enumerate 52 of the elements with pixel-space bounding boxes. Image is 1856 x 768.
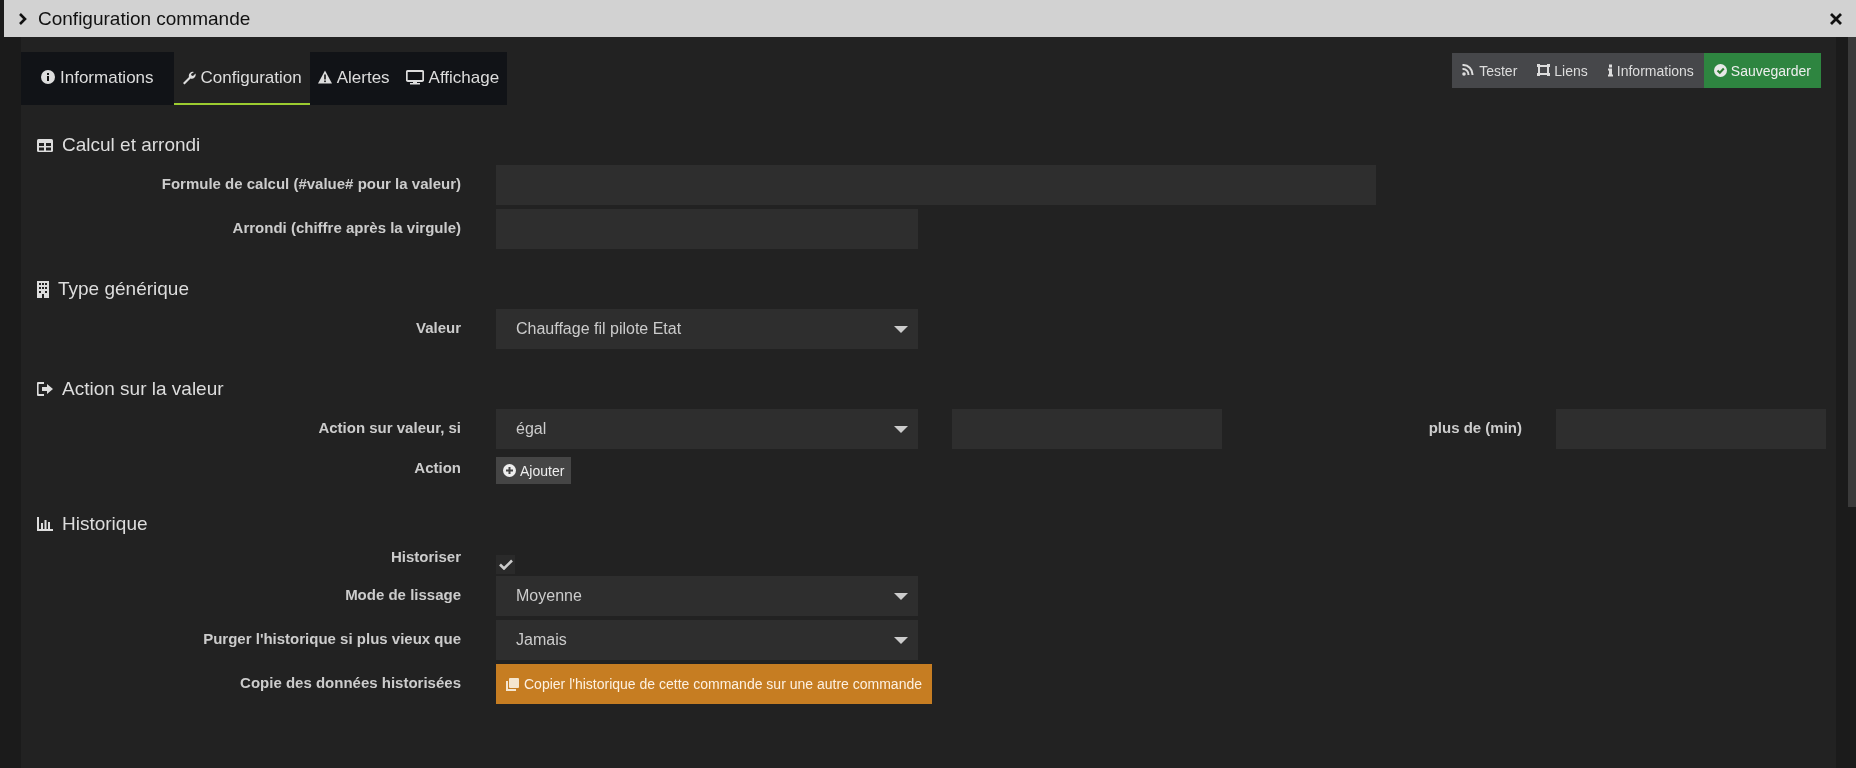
tab[interactable]: Configuration (173, 52, 310, 105)
dropdown[interactable]: Chauffage fil pilote Etat (496, 309, 918, 349)
wrench-icon (181, 70, 196, 85)
section-title: Type générique (58, 278, 189, 300)
tab[interactable]: Informations (21, 52, 174, 105)
building-icon (37, 280, 49, 298)
window-title: Configuration commande (38, 7, 251, 30)
dropdown[interactable]: Moyenne (496, 576, 918, 616)
field-label: Mode de lissage (344, 585, 461, 605)
monitor-icon (405, 70, 424, 85)
caret-icon (894, 592, 908, 600)
warning-icon (317, 70, 332, 85)
field-label: Copie des données historisées (239, 673, 461, 693)
tab[interactable]: Alertes (309, 52, 398, 105)
close-button[interactable] (1828, 10, 1844, 27)
bar-chart-icon (37, 517, 53, 531)
checkbox[interactable] (496, 555, 515, 574)
caret-icon (894, 325, 908, 333)
caret-icon (894, 636, 908, 644)
field-label: Action (413, 458, 461, 478)
sign-out-icon (37, 382, 53, 396)
check-circle-icon (1713, 64, 1727, 77)
save-button[interactable]: Sauvegarder (1703, 53, 1821, 88)
plus-circle-icon (503, 464, 516, 477)
add-button[interactable]: Ajouter (496, 457, 572, 484)
rss-icon (1462, 64, 1476, 77)
chevron-icon (18, 12, 28, 25)
caret-icon (894, 425, 908, 433)
info-icon (41, 70, 55, 85)
checkmark-icon (498, 559, 513, 570)
copy-icon (506, 677, 519, 691)
field-label: Purger l'historique si plus vieux que (202, 629, 461, 649)
close-icon (1830, 12, 1842, 25)
field-label: Arrondi (chiffre après la virgule) (231, 218, 461, 238)
frame-icon (1537, 64, 1551, 77)
scrollbar[interactable] (1848, 37, 1856, 507)
section-title: Calcul et arrondi (62, 134, 201, 156)
table-icon (37, 138, 53, 152)
field-label: Valeur (414, 318, 461, 338)
field-label: Action sur valeur, si (317, 418, 461, 438)
tab[interactable]: Affichage (397, 52, 508, 105)
info-icon (1607, 64, 1613, 77)
section-title: Action sur la valeur (62, 378, 224, 400)
dropdown[interactable]: Jamais (496, 620, 918, 660)
field-label: Formule de calcul (#value# pour la valeur) (160, 174, 461, 194)
toolbar-button[interactable]: Informations (1597, 53, 1704, 88)
toolbar-button[interactable]: Liens (1527, 53, 1598, 88)
field-label: Historiser (389, 547, 461, 567)
field-label: plus de (min) (1428, 418, 1522, 436)
dropdown[interactable]: égal (496, 409, 918, 449)
toolbar-button[interactable]: Tester (1452, 53, 1528, 88)
section-title: Historique (62, 513, 148, 535)
